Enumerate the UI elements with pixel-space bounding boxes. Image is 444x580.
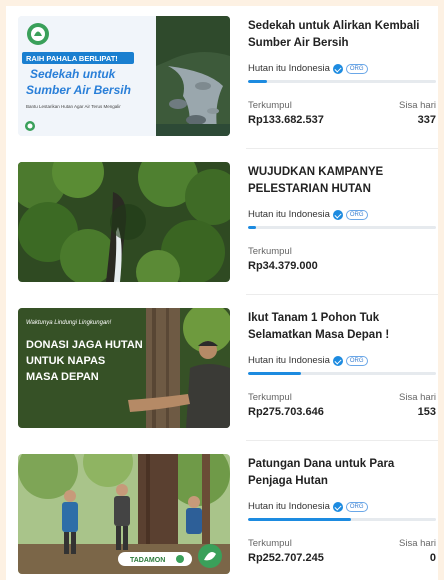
campaign-card[interactable]: RAIH PAHALA BERLIPAT! Sedekah untuk Sumb… [6, 6, 438, 146]
organizer-name: Hutan itu Indonesia [248, 355, 330, 366]
days-left-label: Sisa hari [399, 100, 436, 111]
progress-bar [248, 372, 436, 375]
image-tagline: Waktunya Lindungi Lingkungan! [26, 320, 112, 326]
progress-bar [248, 226, 436, 229]
days-left-label: Sisa hari [399, 538, 436, 549]
days-left-value: 153 [417, 406, 436, 418]
campaign-image[interactable]: RAIH PAHALA BERLIPAT! Sedekah untuk Sumb… [18, 16, 230, 136]
verified-icon [332, 501, 343, 512]
collected-value: Rp275.703.646 [248, 406, 324, 418]
organizer-name: Hutan itu Indonesia [248, 501, 330, 512]
org-badge: ORG [345, 63, 368, 74]
divider [246, 440, 438, 441]
campaign-info: WUJUDKAN KAMPANYE PELESTARIAN HUTAN INDO… [248, 164, 436, 282]
org-badge: ORG [345, 209, 368, 220]
organizer[interactable]: Hutan itu Indonesia ORG [248, 501, 368, 512]
divider [246, 294, 438, 295]
days-left-label: Sisa hari [399, 392, 436, 403]
org-badge: ORG [345, 355, 368, 366]
campaign-info: Ikut Tanam 1 Pohon Tuk Selamatkan Masa D… [248, 310, 436, 428]
image-headline: MASA DEPAN [26, 371, 99, 383]
image-headline: Sumber Air Bersih [26, 83, 131, 97]
verified-icon [332, 355, 343, 366]
progress-fill [248, 226, 256, 229]
campaign-title[interactable]: WUJUDKAN KAMPANYE PELESTARIAN HUTAN INDO… [248, 164, 436, 200]
progress-fill [248, 80, 267, 83]
organizer[interactable]: Hutan itu Indonesia ORG [248, 355, 368, 366]
collected-label: Terkumpul [248, 100, 292, 111]
collected-value: Rp252.707.245 [248, 552, 324, 564]
organizer-name: Hutan itu Indonesia [248, 209, 330, 220]
collected-label: Terkumpul [248, 246, 292, 257]
progress-bar [248, 518, 436, 521]
campaign-title[interactable]: Patungan Dana untuk Para Penjaga Hutan [248, 456, 436, 492]
campaign-image[interactable]: TADAMON [18, 454, 230, 574]
collected-label: Terkumpul [248, 392, 292, 403]
campaign-list: RAIH PAHALA BERLIPAT! Sedekah untuk Sumb… [6, 6, 438, 580]
verified-icon [332, 209, 343, 220]
organizer[interactable]: Hutan itu Indonesia ORG [248, 63, 368, 74]
campaign-info: Sedekah untuk Alirkan Kembali Sumber Air… [248, 18, 436, 136]
campaign-info: Patungan Dana untuk Para Penjaga Hutan H… [248, 456, 436, 574]
campaign-card[interactable]: WUJUDKAN KAMPANYE PELESTARIAN HUTAN INDO… [6, 152, 438, 292]
organizer[interactable]: Hutan itu Indonesia ORG [248, 209, 368, 220]
progress-fill [248, 518, 352, 521]
campaign-title[interactable]: Sedekah untuk Alirkan Kembali Sumber Air… [248, 18, 436, 54]
progress-bar [248, 80, 436, 83]
progress-fill [248, 372, 301, 375]
image-headline: Sedekah untuk [30, 67, 117, 81]
image-headline: UNTUK NAPAS [26, 355, 105, 367]
organizer-name: Hutan itu Indonesia [248, 63, 330, 74]
image-caption: Bantu Lestarikan Hutan Agar Air Terus Me… [26, 104, 121, 109]
days-left-value: 0 [429, 552, 436, 564]
image-headline: DONASI JAGA HUTAN [26, 339, 143, 351]
campaign-card[interactable]: TADAMON Patungan Dana untuk Para Penjaga… [6, 444, 438, 580]
collected-label: Terkumpul [248, 538, 292, 549]
org-badge: ORG [345, 501, 368, 512]
divider [246, 148, 438, 149]
collected-value: Rp133.682.537 [248, 114, 324, 126]
campaign-image[interactable]: Waktunya Lindungi Lingkungan! DONASI JAG… [18, 308, 230, 428]
campaign-image[interactable] [18, 162, 230, 282]
image-badge: TADAMON [130, 557, 165, 564]
campaign-title[interactable]: Ikut Tanam 1 Pohon Tuk Selamatkan Masa D… [248, 310, 436, 346]
days-left-value: 337 [417, 114, 436, 126]
collected-value: Rp34.379.000 [248, 260, 318, 272]
campaign-card[interactable]: Waktunya Lindungi Lingkungan! DONASI JAG… [6, 298, 438, 438]
image-banner-text: RAIH PAHALA BERLIPAT! [26, 54, 118, 63]
verified-icon [332, 63, 343, 74]
